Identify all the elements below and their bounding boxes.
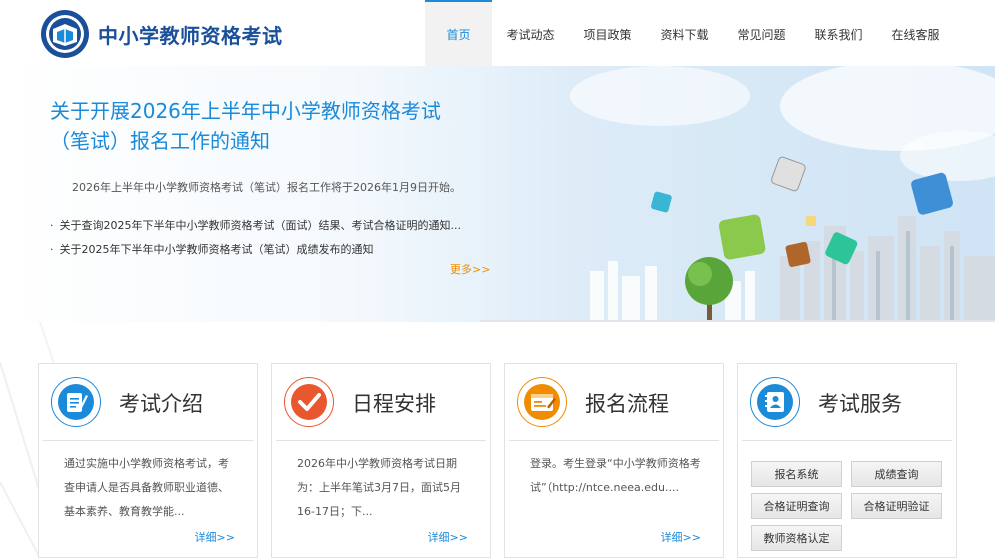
form-icon bbox=[524, 384, 560, 420]
card-icon-wrap bbox=[284, 377, 334, 427]
card-text: 登录。考生登录“中小学教师资格考试”（http://ntce.neea.edu.… bbox=[530, 457, 701, 494]
score-query-button[interactable]: 成绩查询 bbox=[851, 461, 942, 487]
certificate-verify-button[interactable]: 合格证明验证 bbox=[851, 493, 942, 519]
site-title[interactable]: 中小学教师资格考试 bbox=[98, 20, 283, 49]
card-exam-services: 考试服务 报名系统 成绩查询 合格证明查询 合格证明验证 教师资格认定 bbox=[737, 363, 957, 558]
card-icon-wrap bbox=[750, 377, 800, 427]
detail-link[interactable]: 详细>> bbox=[428, 529, 468, 545]
nav-faq[interactable]: 常见问题 bbox=[723, 0, 800, 66]
detail-link[interactable]: 详细>> bbox=[195, 529, 235, 545]
card-title[interactable]: 日程安排 bbox=[352, 388, 436, 418]
contact-book-icon bbox=[757, 384, 793, 420]
card-exam-intro: 考试介绍 通过实施中小学教师资格考试，考查申请人是否具备教师职业道德、基本素养、… bbox=[38, 363, 258, 558]
more-news-link[interactable]: 更多>> bbox=[450, 261, 490, 277]
nav-home[interactable]: 首页 bbox=[425, 0, 492, 66]
card-title[interactable]: 报名流程 bbox=[585, 388, 669, 418]
card-title[interactable]: 考试介绍 bbox=[119, 388, 203, 418]
card-registration-process: 报名流程 登录。考生登录“中小学教师资格考试”（http://ntce.neea… bbox=[504, 363, 724, 558]
logo-icon[interactable] bbox=[40, 9, 90, 59]
news-item[interactable]: · 关于2025年下半年中小学教师资格考试（笔试）成绩发布的通知 bbox=[50, 238, 461, 262]
divider bbox=[276, 440, 486, 441]
document-pen-icon bbox=[58, 384, 94, 420]
card-icon-wrap bbox=[51, 377, 101, 427]
news-item[interactable]: · 关于查询2025年下半年中小学教师资格考试（面试）结果、考试合格证明的通知..… bbox=[50, 214, 461, 238]
bullet-icon: · bbox=[50, 219, 54, 232]
nav-downloads[interactable]: 资料下载 bbox=[646, 0, 723, 66]
headline-summary: 2026年上半年中小学教师资格考试（笔试）报名工作将于2026年1月9日开始。 bbox=[72, 181, 461, 194]
bullet-icon: · bbox=[50, 243, 54, 256]
nav-online-service[interactable]: 在线客服 bbox=[877, 0, 954, 66]
nav-policy[interactable]: 项目政策 bbox=[569, 0, 646, 66]
divider bbox=[742, 440, 952, 441]
card-text: 2026年中小学教师资格考试日期为：上半年笔试3月7日，面试5月16-17日；下… bbox=[297, 457, 461, 518]
divider bbox=[509, 440, 719, 441]
checkmark-icon bbox=[291, 384, 327, 420]
main-nav: 首页 考试动态 项目政策 资料下载 常见问题 联系我们 在线客服 bbox=[425, 0, 954, 66]
news-list: · 关于查询2025年下半年中小学教师资格考试（面试）结果、考试合格证明的通知..… bbox=[50, 214, 461, 262]
registration-system-button[interactable]: 报名系统 bbox=[751, 461, 842, 487]
nav-exam-news[interactable]: 考试动态 bbox=[492, 0, 569, 66]
divider bbox=[43, 440, 253, 441]
news-item-text[interactable]: 关于查询2025年下半年中小学教师资格考试（面试）结果、考试合格证明的通知... bbox=[60, 219, 461, 232]
nav-contact[interactable]: 联系我们 bbox=[800, 0, 877, 66]
card-schedule: 日程安排 2026年中小学教师资格考试日期为：上半年笔试3月7日，面试5月16-… bbox=[271, 363, 491, 558]
teacher-qualification-button[interactable]: 教师资格认定 bbox=[751, 525, 842, 551]
card-title[interactable]: 考试服务 bbox=[818, 388, 902, 418]
card-text: 通过实施中小学教师资格考试，考查申请人是否具备教师职业道德、基本素养、教育教学能… bbox=[64, 457, 229, 518]
header: 中小学教师资格考试 首页 考试动态 项目政策 资料下载 常见问题 联系我们 在线… bbox=[0, 0, 995, 67]
detail-link[interactable]: 详细>> bbox=[661, 529, 701, 545]
headline-news[interactable]: 关于开展2026年上半年中小学教师资格考试（笔试）报名工作的通知 bbox=[50, 96, 480, 156]
banner: 关于开展2026年上半年中小学教师资格考试（笔试）报名工作的通知 2026年上半… bbox=[0, 66, 995, 322]
city-banner-illustration bbox=[480, 66, 995, 322]
card-icon-wrap bbox=[517, 377, 567, 427]
certificate-query-button[interactable]: 合格证明查询 bbox=[751, 493, 842, 519]
news-item-text[interactable]: 关于2025年下半年中小学教师资格考试（笔试）成绩发布的通知 bbox=[60, 243, 374, 256]
